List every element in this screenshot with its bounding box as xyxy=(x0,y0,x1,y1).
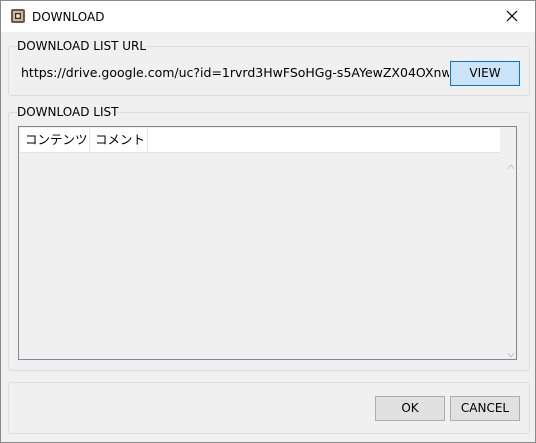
close-icon xyxy=(506,7,518,26)
app-icon xyxy=(10,8,26,24)
title-bar: DOWNLOAD xyxy=(1,1,535,32)
download-list-view[interactable]: コンテンツ コメント xyxy=(18,126,517,360)
url-group-label: DOWNLOAD LIST URL xyxy=(17,39,147,53)
download-list-url-field[interactable]: https://drive.google.com/uc?id=1rvrd3HwF… xyxy=(11,60,449,86)
close-button[interactable] xyxy=(489,1,535,32)
scroll-up-arrow-icon[interactable] xyxy=(506,157,516,170)
scroll-down-arrow-icon[interactable] xyxy=(506,345,516,358)
list-group-label: DOWNLOAD LIST xyxy=(17,105,119,119)
download-dialog: DOWNLOAD DOWNLOAD LIST URL https://drive… xyxy=(0,0,536,443)
ok-button[interactable]: OK xyxy=(375,396,445,421)
column-header-contents[interactable]: コンテンツ xyxy=(20,128,90,152)
view-button[interactable]: VIEW xyxy=(450,61,520,86)
list-column-header: コンテンツ コメント xyxy=(20,128,500,153)
column-header-comment[interactable]: コメント xyxy=(90,128,148,152)
cancel-button[interactable]: CANCEL xyxy=(450,396,520,421)
window-title: DOWNLOAD xyxy=(32,10,105,24)
